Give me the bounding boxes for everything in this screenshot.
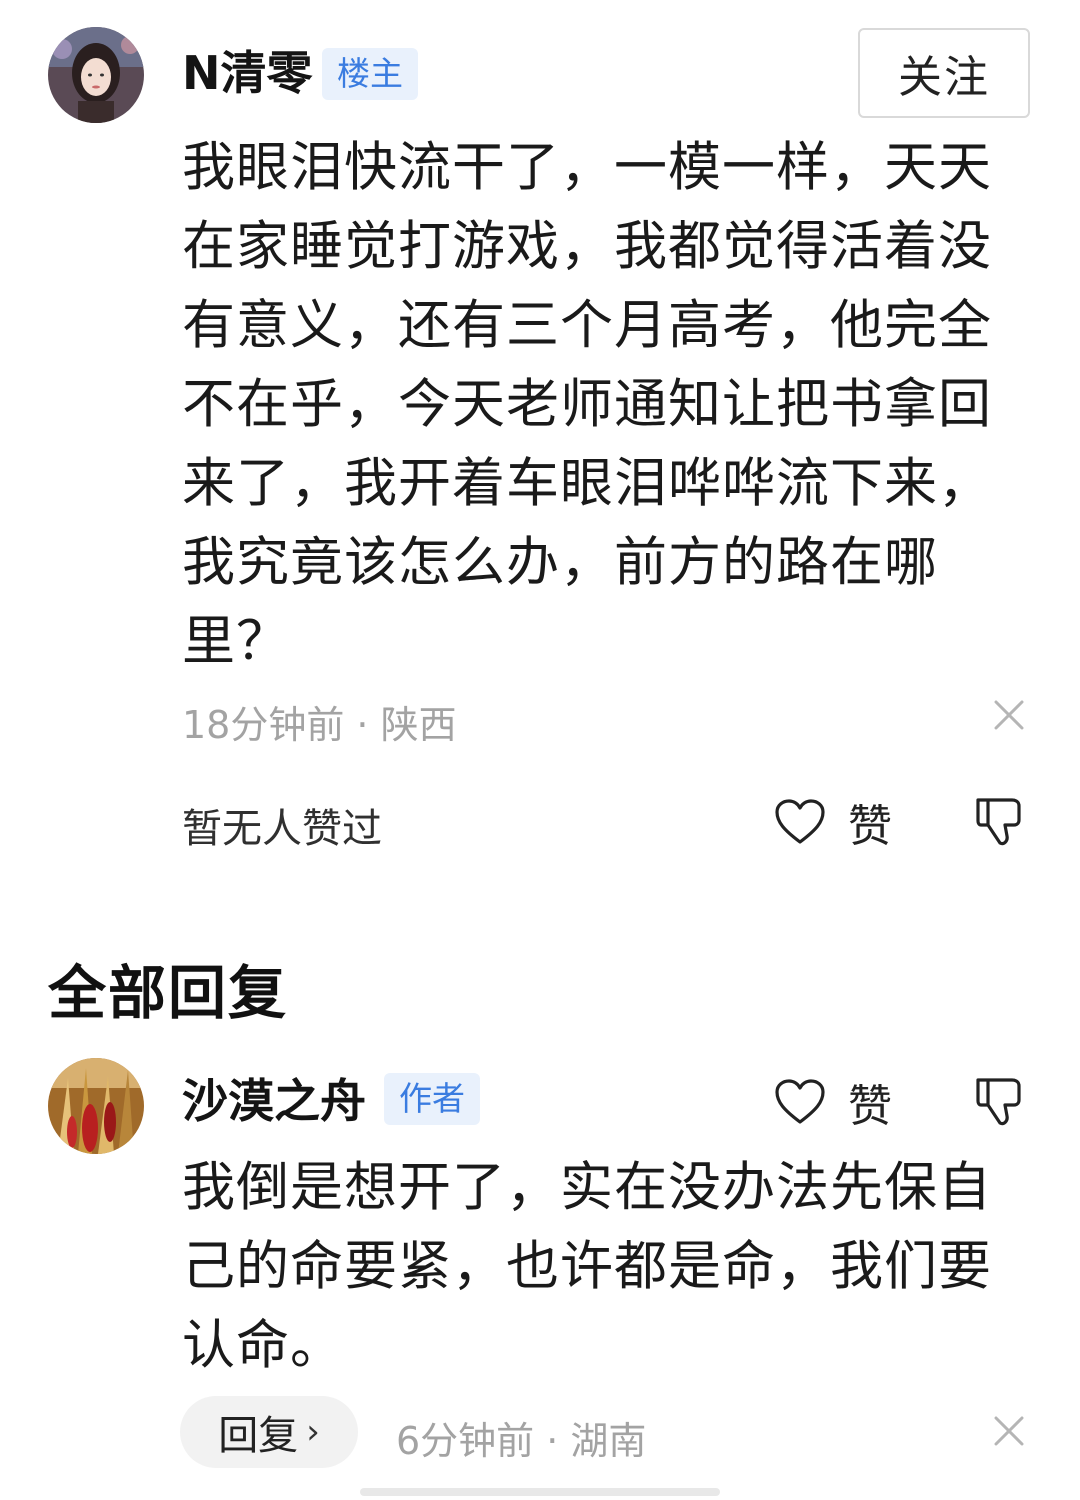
comment-line: 来了，我开着车眼泪哗哗流下来， bbox=[182, 453, 992, 514]
comment-line: 不在乎，今天老师通知让把书拿回 bbox=[182, 374, 992, 435]
reply-like-button[interactable]: 赞 bbox=[774, 1070, 892, 1134]
reply-username[interactable]: 沙漠之舟 bbox=[182, 1078, 366, 1124]
heart-icon bbox=[775, 1079, 825, 1124]
section-title: 全部回复 bbox=[48, 959, 289, 1027]
thumbs-down-icon[interactable] bbox=[972, 794, 1026, 848]
like-label: 赞 bbox=[848, 1081, 892, 1132]
close-icon[interactable] bbox=[992, 1414, 1026, 1448]
reply-avatar[interactable] bbox=[48, 1058, 144, 1154]
reply-line: 己的命要紧，也许都是命，我们要 bbox=[182, 1236, 992, 1297]
home-indicator bbox=[360, 1488, 720, 1496]
thumbs-down-icon[interactable] bbox=[972, 1074, 1026, 1128]
comment-text: 我眼泪快流干了，一模一样，天天 在家睡觉打游戏，我都觉得活着没 有意义，还有三个… bbox=[182, 128, 1012, 681]
follow-button[interactable]: 关注 bbox=[858, 28, 1030, 118]
comment-line: 我究竟该怎么办，前方的路在哪 bbox=[182, 532, 938, 593]
reply-line: 我倒是想开了，实在没办法先保自 bbox=[182, 1157, 992, 1218]
reply-button-label: 回复 bbox=[218, 1413, 299, 1459]
likes-status: 暂无人赞过 bbox=[182, 806, 382, 852]
comment-line: 有意义，还有三个月高考，他完全 bbox=[182, 295, 992, 356]
avatar-photo bbox=[48, 1058, 144, 1154]
comment-line: 里？ bbox=[182, 611, 290, 672]
comment-line: 我眼泪快流干了，一模一样，天天 bbox=[182, 137, 992, 198]
like-button[interactable]: 赞 bbox=[774, 790, 892, 854]
chevron-right-icon: › bbox=[306, 1412, 320, 1452]
like-label: 赞 bbox=[848, 801, 892, 852]
heart-icon bbox=[775, 799, 825, 844]
comment-meta: 18分钟前 · 陕西 bbox=[182, 703, 457, 747]
comment-line: 在家睡觉打游戏，我都觉得活着没 bbox=[182, 216, 992, 277]
close-icon[interactable] bbox=[992, 698, 1026, 732]
reply-meta: 6分钟前 · 湖南 bbox=[396, 1419, 647, 1463]
username[interactable]: N清零 bbox=[182, 50, 313, 96]
reply-line: 认命。 bbox=[182, 1315, 344, 1376]
author-badge: 作者 bbox=[384, 1073, 480, 1125]
avatar-photo bbox=[48, 27, 144, 123]
reply-button[interactable]: 回复 › bbox=[180, 1396, 358, 1468]
reply-text: 我倒是想开了，实在没办法先保自 己的命要紧，也许都是命，我们要 认命。 bbox=[182, 1148, 1012, 1385]
avatar[interactable] bbox=[48, 27, 144, 123]
op-badge: 楼主 bbox=[322, 48, 418, 100]
